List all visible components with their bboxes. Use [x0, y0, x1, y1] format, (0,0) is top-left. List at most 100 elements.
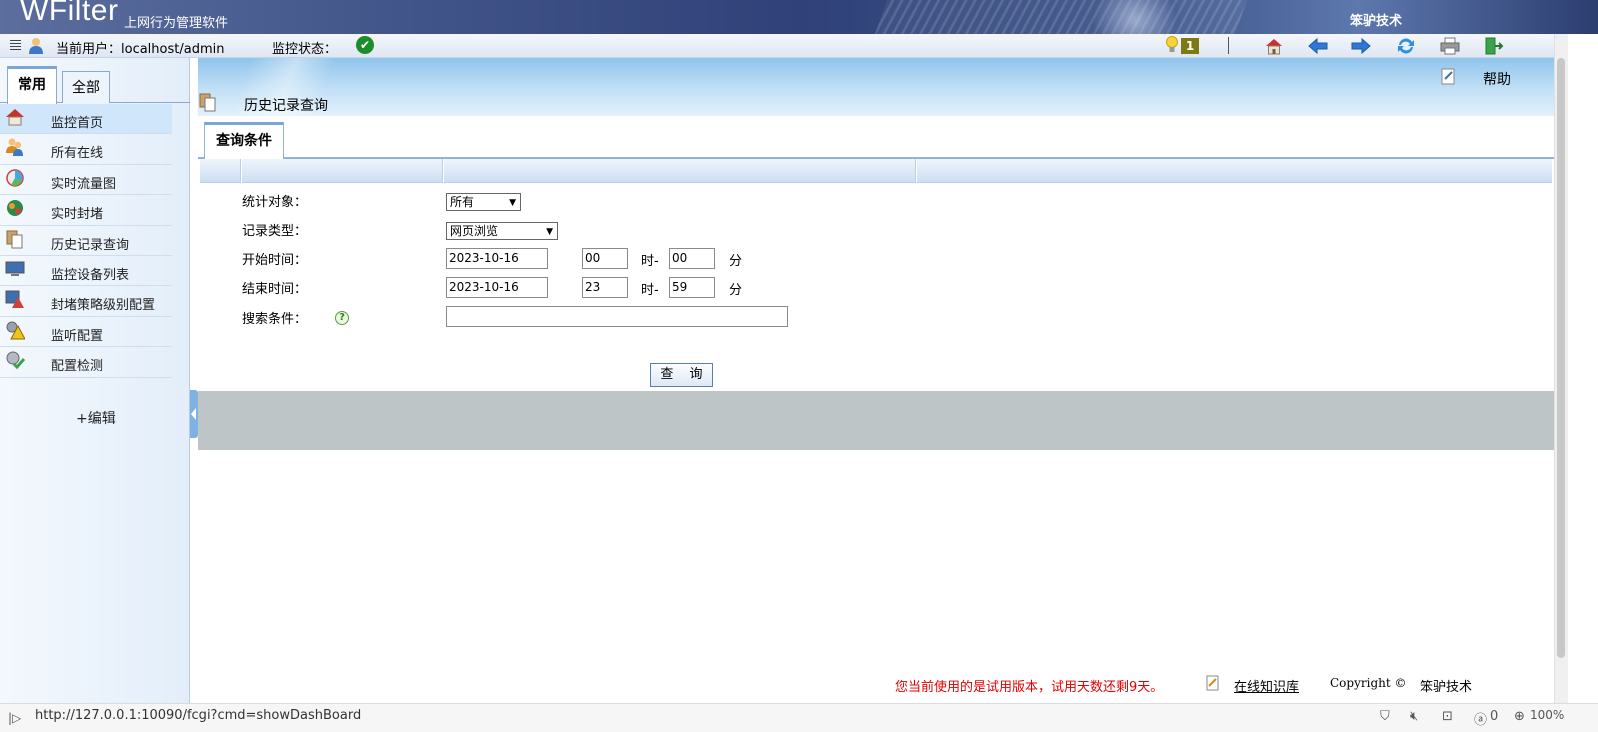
user-icon — [29, 38, 43, 54]
sidebar-item-realtime-block[interactable]: 实时封堵 — [0, 195, 172, 226]
record-type-select[interactable]: 网页浏览 — [446, 222, 558, 240]
copyright-text: Copyright © — [1330, 676, 1407, 690]
column-divider — [442, 159, 444, 183]
forward-button[interactable] — [1350, 35, 1372, 57]
scrollbar-thumb[interactable] — [1557, 58, 1565, 658]
sidebar-item-all-online[interactable]: 所有在线 — [0, 134, 172, 165]
sidebar-collapse-handle[interactable] — [190, 390, 198, 438]
mute-icon[interactable]: 🔇︎ — [1410, 709, 1418, 724]
sidebar-item-label: 配置检测 — [51, 359, 104, 375]
column-divider — [240, 159, 242, 183]
start-minute-input[interactable]: 00 — [669, 248, 715, 269]
table-header-bar — [200, 159, 1552, 183]
sidebar-item-label: 历史记录查询 — [51, 237, 130, 253]
sidebar-item-config-check[interactable]: 配置检测 — [0, 347, 172, 378]
status-ok-icon: ✔ — [356, 36, 374, 54]
sidebar: 常用 全部 监控首页 所有在线 实时流量图 实时封堵 历史记录查询 监控设备列表… — [0, 58, 190, 703]
end-minute-input[interactable]: 59 — [669, 277, 715, 298]
documents-icon — [6, 230, 23, 249]
sidebar-item-label: 监控设备列表 — [51, 267, 130, 283]
target-label: 统计对象： — [242, 195, 308, 210]
home-icon — [6, 109, 24, 126]
sidebar-tab-all[interactable]: 全部 — [62, 71, 110, 103]
knowledge-base-icon — [1206, 675, 1219, 691]
trial-notice: 您当前使用的是试用版本，试用天数还剩9天。 — [895, 680, 1164, 695]
policy-alert-icon — [5, 290, 24, 309]
monitor-status-label: 监控状态： — [272, 42, 338, 57]
search-condition-input[interactable] — [446, 306, 788, 327]
page-title: 历史记录查询 — [244, 98, 328, 114]
minute-unit-label: 分 — [729, 254, 743, 269]
home-button[interactable] — [1263, 35, 1285, 57]
notification-count[interactable]: 1 — [1181, 38, 1199, 54]
start-hour-input[interactable]: 00 — [582, 248, 628, 269]
tab-query-conditions[interactable]: 查询条件 — [204, 122, 284, 159]
minute-unit-label: 分 — [729, 283, 743, 298]
exit-icon — [1485, 37, 1504, 55]
banner-glow — [1090, 0, 1180, 34]
logout-button[interactable] — [1483, 35, 1505, 57]
end-hour-input[interactable]: 23 — [582, 277, 628, 298]
help-question-icon[interactable]: ? — [335, 311, 349, 325]
gear-warning-icon — [6, 321, 25, 340]
shield-icon[interactable]: ⛉ — [1380, 709, 1390, 724]
edit-menu-link[interactable]: +编辑 — [76, 408, 116, 428]
header-banner: WFilter 上网行为管理软件 笨驴技术 — [0, 0, 1598, 34]
sidebar-item-traffic-chart[interactable]: 实时流量图 — [0, 165, 172, 196]
menu-icon[interactable] — [10, 40, 21, 51]
sidebar-tabs: 常用 全部 — [0, 58, 190, 104]
back-arrow-icon — [1308, 38, 1328, 54]
condition-tabbar: 查询条件 — [198, 116, 1554, 159]
monitor-icon — [5, 261, 25, 276]
brand-subtitle: 上网行为管理软件 — [124, 16, 229, 31]
current-user-label: 当前用户：localhost/admin — [56, 42, 225, 57]
sidebar-item-history-query[interactable]: 历史记录查询 — [0, 226, 172, 256]
copyright-company: 笨驴技术 — [1420, 680, 1473, 695]
sidebar-toggle-icon[interactable]: |▷ — [8, 711, 21, 725]
help-link[interactable]: 帮助 — [1483, 69, 1511, 89]
refresh-button[interactable] — [1395, 35, 1417, 57]
back-button[interactable] — [1307, 35, 1329, 57]
hour-unit-label: 时- — [641, 254, 659, 269]
ad-block-count: 0 — [1490, 709, 1499, 724]
results-area — [198, 391, 1554, 450]
lightbulb-icon[interactable] — [1165, 36, 1179, 55]
page-scrollbar[interactable] — [1554, 34, 1598, 703]
start-date-input[interactable]: 2023-10-16 — [446, 248, 548, 269]
toolbar-divider — [1228, 37, 1229, 54]
banner-graphic — [869, 0, 1251, 34]
sidebar-item-device-list[interactable]: 监控设备列表 — [0, 256, 172, 287]
page-header: 帮助 历史记录查询 — [198, 58, 1554, 116]
sidebar-item-label: 监控首页 — [51, 116, 104, 131]
page-footer: 您当前使用的是试用版本，试用天数还剩9天。 在线知识库 Copyright © … — [198, 670, 1554, 698]
screenshot-icon[interactable]: ⊡ — [1442, 709, 1453, 724]
documents-icon — [199, 93, 216, 112]
sidebar-item-label: 封堵策略级别配置 — [51, 298, 156, 314]
forward-arrow-icon — [1351, 38, 1371, 54]
sidebar-item-listen-config[interactable]: 监听配置 — [0, 317, 172, 348]
query-button[interactable]: 查 询 — [650, 363, 713, 387]
status-url: http://127.0.0.1:10090/fcgi?cmd=showDash… — [35, 708, 362, 723]
record-type-label: 记录类型： — [242, 224, 308, 239]
globe-block-icon — [7, 200, 23, 217]
zoom-level[interactable]: 100% — [1530, 708, 1564, 722]
main-content: 帮助 历史记录查询 查询条件 统计对象： 所有 记录类型： 网页浏览 开始时间：… — [198, 58, 1554, 703]
sidebar-item-dashboard[interactable]: 监控首页 — [0, 104, 172, 135]
users-icon — [6, 138, 23, 157]
ad-block-icon[interactable]: ⓐ — [1474, 709, 1487, 728]
knowledge-base-link[interactable]: 在线知识库 — [1234, 676, 1299, 695]
top-toolbar: 当前用户：localhost/admin 监控状态： ✔ 1 — [0, 34, 1554, 58]
print-button[interactable] — [1439, 35, 1461, 57]
refresh-icon — [1398, 38, 1414, 54]
target-select[interactable]: 所有 — [446, 193, 521, 211]
home-icon — [1266, 39, 1282, 55]
help-icon[interactable] — [1441, 68, 1456, 85]
pie-chart-icon — [6, 169, 24, 187]
hour-unit-label: 时- — [641, 283, 659, 298]
search-condition-label: 搜索条件： — [242, 312, 308, 327]
sidebar-menu: 监控首页 所有在线 实时流量图 实时封堵 历史记录查询 监控设备列表 封堵策略级… — [0, 104, 172, 378]
sidebar-tab-common[interactable]: 常用 — [7, 66, 57, 104]
sidebar-item-block-policy[interactable]: 封堵策略级别配置 — [0, 286, 172, 317]
end-date-input[interactable]: 2023-10-16 — [446, 277, 548, 298]
zoom-icon[interactable]: ⊕ — [1514, 709, 1525, 724]
